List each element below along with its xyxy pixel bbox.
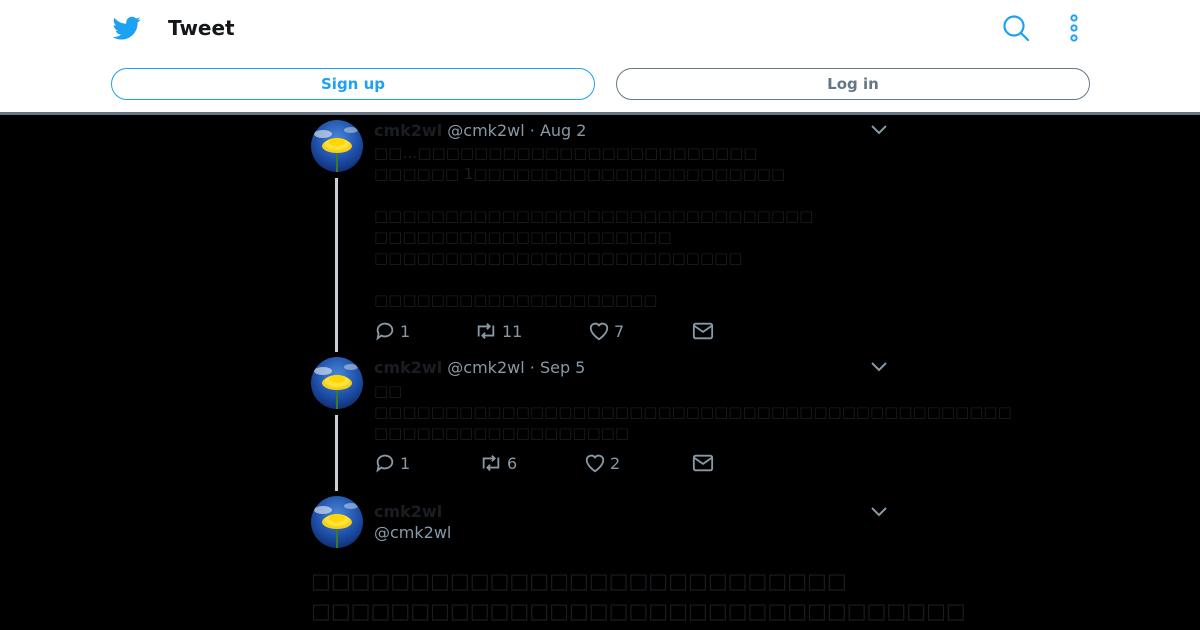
tweet-text: □□ □□□□□□□□□□□□□□□□□□□□□□□□□□□□□□□□□□□□□…: [374, 382, 1012, 442]
retweet-count: 6: [507, 454, 518, 473]
separator-dot: ·: [529, 121, 535, 140]
display-name[interactable]: cmk2wl: [374, 502, 442, 521]
chevron-down-icon[interactable]: [869, 122, 889, 138]
tweet-header: cmk2wl @cmk2wl · Sep 5: [374, 357, 585, 379]
avatar[interactable]: [311, 120, 363, 172]
user-handle[interactable]: @cmk2wl: [374, 522, 451, 544]
tweet-date[interactable]: Sep 5: [540, 358, 585, 377]
reply-button[interactable]: 1: [374, 452, 410, 476]
reply-icon: [376, 322, 394, 341]
search-icon[interactable]: [1002, 14, 1030, 42]
thread-tweet[interactable]: cmk2wl @cmk2wl · Aug 2 □□…□□□□□□□□□□□□□□…: [311, 120, 891, 356]
page-title: Tweet: [168, 16, 235, 40]
retweet-button[interactable]: 6: [479, 452, 517, 476]
heart-icon: [589, 322, 609, 341]
tweet-text: □□…□□□□□□□□□□□□□□□□□□□□□□□□ □□□□□□ 1□□□□…: [374, 144, 814, 309]
tweet-header: cmk2wl @cmk2wl · Aug 2: [374, 120, 586, 142]
more-vertical-icon[interactable]: [1062, 14, 1086, 42]
log-in-button[interactable]: Log in: [616, 68, 1090, 100]
top-bar: Tweet Sign up Log in: [0, 0, 1200, 115]
message-button[interactable]: [692, 320, 714, 344]
user-handle[interactable]: @cmk2wl: [447, 121, 524, 140]
retweet-button[interactable]: 11: [474, 320, 522, 344]
reply-icon: [376, 454, 394, 473]
reply-count: 1: [400, 454, 411, 473]
like-button[interactable]: 2: [584, 452, 620, 476]
reply-button[interactable]: 1: [374, 320, 410, 344]
reply-count: 1: [400, 322, 411, 341]
display-name[interactable]: cmk2wl: [374, 121, 442, 140]
like-count: 7: [614, 322, 625, 341]
mail-icon: [692, 322, 714, 340]
tweet-date[interactable]: Aug 2: [540, 121, 587, 140]
separator-dot: ·: [529, 358, 535, 377]
display-name[interactable]: cmk2wl: [374, 358, 442, 377]
tweet-actions: 1 11 7: [374, 320, 734, 344]
mail-icon: [692, 454, 714, 472]
chevron-down-icon[interactable]: [869, 359, 889, 375]
avatar[interactable]: [311, 357, 363, 409]
retweet-count: 11: [502, 322, 523, 341]
avatar[interactable]: [311, 496, 363, 548]
main-tweet: cmk2wl @cmk2wl □□□□□□□□□□□□□□□□□□□□□□□□□…: [311, 496, 966, 630]
tweet-header: cmk2wl: [374, 501, 442, 523]
tweet-text: □□□□□□□□□□□□□□□□□□□□□□□□□□□ □□□□□□□□□□□□…: [311, 569, 966, 623]
user-handle[interactable]: @cmk2wl: [447, 358, 524, 377]
chevron-down-icon[interactable]: [869, 504, 889, 520]
sign-up-button[interactable]: Sign up: [111, 68, 595, 100]
tweet-actions: 1 6 2: [374, 452, 734, 476]
like-count: 2: [610, 454, 621, 473]
retweet-icon: [477, 323, 495, 339]
thread-connector: [335, 178, 338, 352]
like-button[interactable]: 7: [588, 320, 624, 344]
message-button[interactable]: [692, 452, 714, 476]
twitter-bird-icon[interactable]: [112, 14, 142, 42]
heart-icon: [585, 454, 605, 473]
thread-tweet[interactable]: cmk2wl @cmk2wl · Sep 5 □□ □□□□□□□□□□□□□□…: [311, 357, 1012, 493]
retweet-icon: [482, 455, 500, 471]
thread-connector: [335, 415, 338, 491]
